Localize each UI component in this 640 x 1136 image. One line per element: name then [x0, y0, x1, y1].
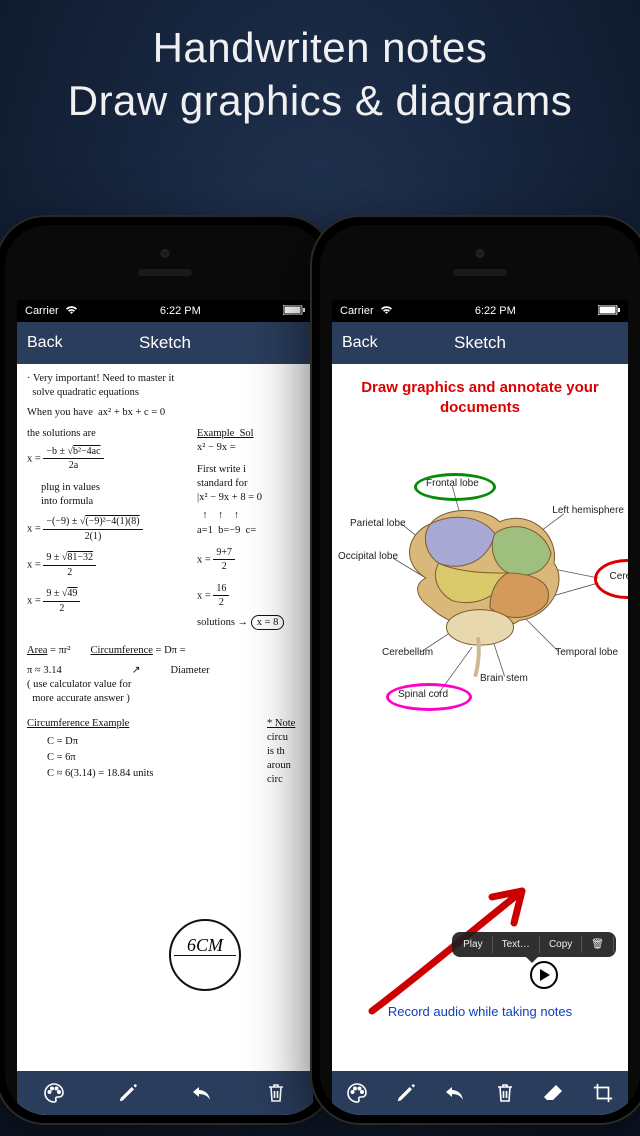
context-menu[interactable]: Play Text… Copy 🗑	[452, 932, 616, 957]
headline-line-1: Handwriten notes	[0, 22, 640, 75]
label-frontal: Frontal lobe	[426, 478, 479, 489]
status-bar: Carrier 6:22 PM	[332, 300, 628, 322]
undo-icon[interactable]	[441, 1079, 469, 1107]
battery-icon	[598, 305, 620, 318]
note-line: When you have ax² + bx + c = 0	[27, 406, 307, 420]
palette-icon[interactable]	[343, 1079, 371, 1107]
menu-trash[interactable]: 🗑	[582, 936, 614, 953]
label-brainstem: Brain stem	[480, 673, 528, 684]
label-cerebrum: Cerebrum	[610, 571, 628, 582]
note-line: x = 9+72	[197, 546, 307, 574]
note-line: C ≈ 6(3.14) = 18.84 units	[47, 767, 267, 781]
screen-right: Carrier 6:22 PM Back Sketch Draw gr	[332, 300, 628, 1115]
note-line: x = 9 ± √81−322	[27, 551, 185, 579]
bottom-toolbar	[17, 1071, 313, 1115]
label-parietal: Parietal lobe	[350, 518, 406, 529]
quadratic-formula: x = −b ± √b²−4ac2a	[27, 445, 185, 473]
label-cerebellum: Cerebellum	[382, 647, 433, 658]
circle-diagram: 6CM	[169, 919, 241, 991]
promo-headline: Handwriten notes Draw graphics & diagram…	[0, 0, 640, 127]
note-line: x² − 9x =	[197, 441, 307, 455]
note-line: π ≈ 3.14	[27, 664, 62, 678]
crop-icon[interactable]	[589, 1079, 617, 1107]
headline-line-2: Draw graphics & diagrams	[0, 75, 640, 128]
note-line: Circumference Example	[27, 717, 267, 731]
audio-caption: Record audio while taking notes	[332, 1004, 628, 1019]
bottom-toolbar	[332, 1071, 628, 1115]
page-title: Sketch	[454, 333, 506, 353]
screen-left: Carrier 6:22 PM Back Sketch	[17, 300, 313, 1115]
document-title: Draw graphics and annotate your document…	[332, 364, 628, 423]
trash-icon[interactable]	[262, 1079, 290, 1107]
phone-device-right: Carrier 6:22 PM Back Sketch Draw gr	[310, 215, 640, 1125]
note-line: x = −(−9) ± √(−9)²−4(1)(8)2(1)	[27, 515, 185, 543]
clock-label: 6:22 PM	[160, 305, 201, 317]
carrier-label: Carrier	[25, 305, 59, 317]
phone-earpiece	[320, 225, 640, 295]
wifi-icon	[380, 305, 393, 318]
wifi-icon	[65, 305, 78, 318]
undo-icon[interactable]	[188, 1079, 216, 1107]
phone-device-left: Carrier 6:22 PM Back Sketch	[0, 215, 335, 1125]
note-line: C = 6π	[47, 751, 267, 765]
brain-diagram: Frontal lobe Parietal lobe Occipital lob…	[332, 423, 628, 733]
status-bar: Carrier 6:22 PM	[17, 300, 313, 322]
pencil-icon[interactable]	[114, 1079, 142, 1107]
note-line: Circumference = Dπ =	[91, 644, 186, 658]
palette-icon[interactable]	[40, 1079, 68, 1107]
note-line: a=1 b=−9 c=	[197, 524, 307, 538]
back-button[interactable]: Back	[342, 334, 378, 352]
phones-container: Carrier 6:22 PM Back Sketch	[0, 215, 640, 1136]
phone-earpiece	[5, 225, 325, 295]
menu-copy[interactable]: Copy	[540, 936, 582, 953]
note-line: x = 162	[197, 582, 307, 610]
label-spinal: Spinal cord	[398, 689, 448, 700]
note-line: solve quadratic equations	[27, 386, 307, 400]
note-line: * Note	[267, 717, 307, 731]
note-line: Area = πr²	[27, 644, 71, 658]
note-line: solutions → x = 8	[197, 616, 307, 630]
note-line: the solutions are	[27, 427, 185, 441]
pencil-icon[interactable]	[392, 1079, 420, 1107]
back-button[interactable]: Back	[27, 334, 63, 352]
note-line: plug in values into formula	[41, 481, 185, 509]
note-line: Example Sol	[197, 427, 307, 441]
menu-play[interactable]: Play	[454, 936, 492, 953]
note-line: x = 9 ± √492	[27, 587, 185, 615]
sketch-canvas[interactable]: Draw graphics and annotate your document…	[332, 364, 628, 1071]
trash-icon[interactable]	[491, 1079, 519, 1107]
note-line: ↑ ↑ ↑	[197, 509, 307, 523]
label-lh: Left hemisphere	[552, 505, 624, 516]
clock-label: 6:22 PM	[475, 305, 516, 317]
battery-icon	[283, 305, 305, 318]
label-occipital: Occipital lobe	[338, 551, 398, 562]
label-temporal: Temporal lobe	[555, 647, 618, 658]
nav-bar: Back Sketch	[17, 322, 313, 364]
page-title: Sketch	[139, 333, 191, 353]
nav-bar: Back Sketch	[332, 322, 628, 364]
audio-play-button[interactable]	[530, 961, 558, 989]
eraser-icon[interactable]	[540, 1079, 568, 1107]
sketch-canvas[interactable]: · Very important! Need to master it solv…	[17, 364, 313, 1071]
note-line: Diameter	[171, 664, 210, 678]
note-line: C = Dπ	[47, 735, 267, 749]
note-line: circu is th aroun circ	[267, 731, 307, 788]
menu-text[interactable]: Text…	[493, 936, 540, 953]
note-line: First write i standard for |x² − 9x + 8 …	[197, 463, 307, 506]
brain-svg	[332, 423, 628, 733]
note-line: ( use calculator value for more accurate…	[27, 678, 307, 706]
note-line: · Very important! Need to master it	[27, 372, 307, 386]
carrier-label: Carrier	[340, 305, 374, 317]
